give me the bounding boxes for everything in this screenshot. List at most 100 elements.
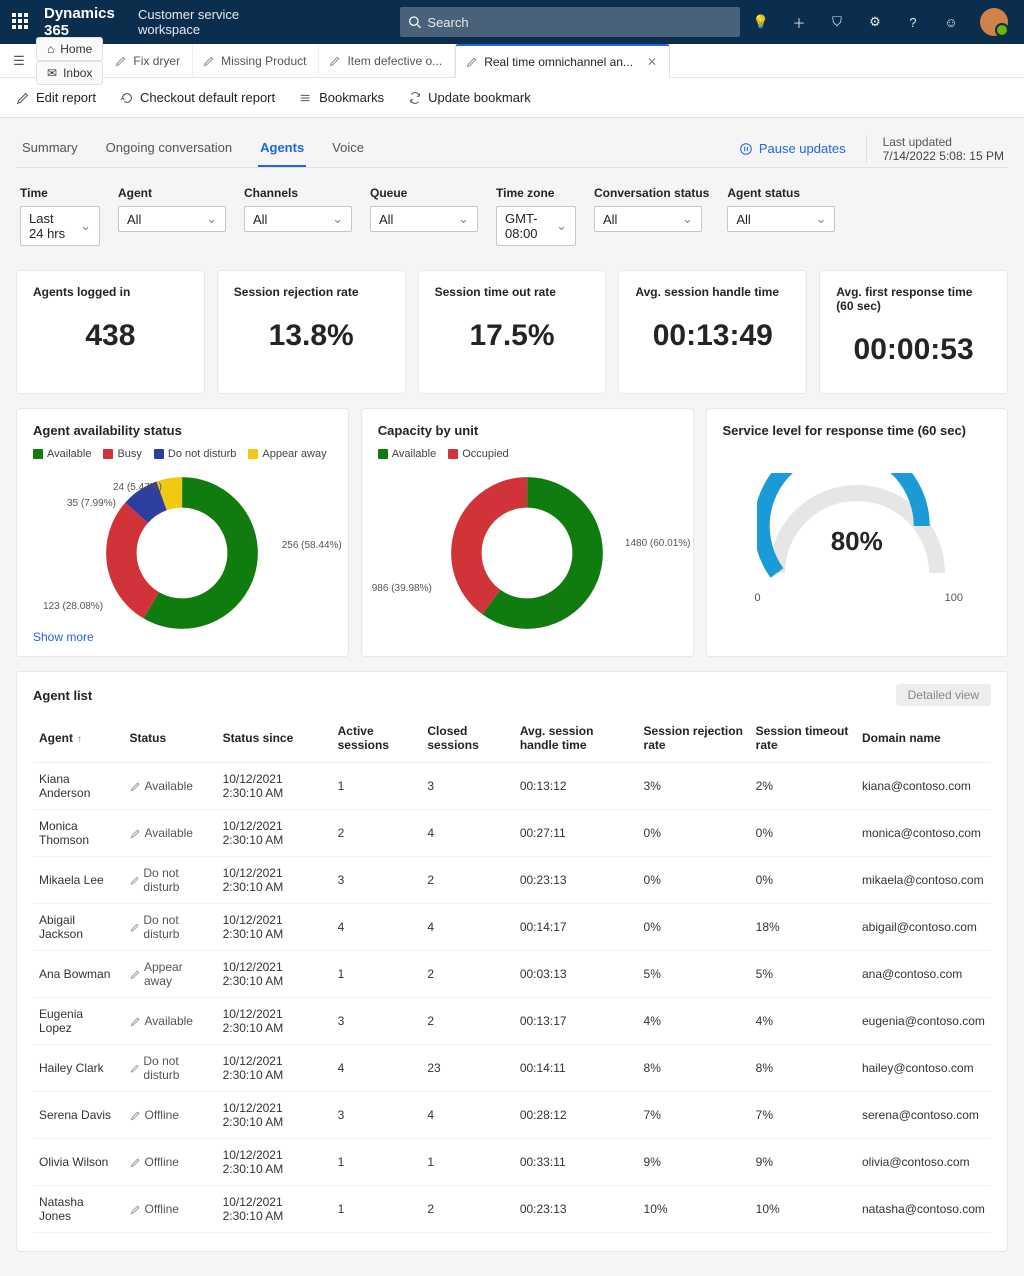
chart-legend: AvailableOccupied <box>378 448 677 460</box>
filter-select[interactable]: Last 24 hrs⌄ <box>20 206 100 246</box>
update-bookmark-label: Update bookmark <box>428 90 531 105</box>
col-closed-sessions[interactable]: Closed sessions <box>421 714 513 763</box>
table-row[interactable]: Hailey ClarkDo not disturb10/12/2021 2:3… <box>33 1045 991 1092</box>
table-row[interactable]: Abigail JacksonDo not disturb10/12/2021 … <box>33 904 991 951</box>
cell-active: 1 <box>332 763 422 810</box>
col-agent[interactable]: Agent↑ <box>33 714 124 763</box>
pause-updates-button[interactable]: Pause updates <box>739 141 846 156</box>
filter-value: All <box>127 212 141 227</box>
kpi-title: Avg. session handle time <box>635 285 790 299</box>
legend-item: Appear away <box>248 448 326 460</box>
session-tab-strip: ☰ ⌂Home✉Inbox Fix dryerMissing ProductIt… <box>0 44 1024 78</box>
chevron-down-icon: ⌄ <box>80 218 91 234</box>
cell-closed: 2 <box>421 998 513 1045</box>
table-row[interactable]: Monica ThomsonAvailable10/12/2021 2:30:1… <box>33 810 991 857</box>
legend-item: Available <box>378 448 436 460</box>
filter-select[interactable]: All⌄ <box>727 206 835 232</box>
bookmarks-button[interactable]: Bookmarks <box>299 90 384 105</box>
cell-avg: 00:23:13 <box>514 857 638 904</box>
cell-status: Do not disturb <box>124 904 217 951</box>
col-active-sessions[interactable]: Active sessions <box>332 714 422 763</box>
cell-active: 4 <box>332 1045 422 1092</box>
col-status[interactable]: Status <box>124 714 217 763</box>
filter-icon[interactable]: ⛉ <box>828 13 846 31</box>
brand-title: Dynamics 365 <box>44 5 122 39</box>
pill-tab-home[interactable]: ⌂Home <box>36 37 103 61</box>
cell-agent: Mikaela Lee <box>33 857 124 904</box>
col-avg-session-handle-time[interactable]: Avg. session handle time <box>514 714 638 763</box>
search-input[interactable] <box>421 15 732 30</box>
hamburger-icon[interactable]: ☰ <box>4 53 34 69</box>
table-row[interactable]: Mikaela LeeDo not disturb10/12/2021 2:30… <box>33 857 991 904</box>
filter-select[interactable]: All ⌄ <box>118 206 226 232</box>
session-tab[interactable]: Fix dryer <box>105 44 193 78</box>
table-row[interactable]: Kiana AndersonAvailable10/12/2021 2:30:1… <box>33 763 991 810</box>
donut-chart <box>102 473 262 633</box>
filter-value: All <box>379 212 393 227</box>
cell-closed: 4 <box>421 810 513 857</box>
cell-rej: 10% <box>638 1186 750 1233</box>
filter-select[interactable]: All⌄ <box>244 206 352 232</box>
cell-status: Do not disturb <box>124 857 217 904</box>
col-status-since[interactable]: Status since <box>217 714 332 763</box>
close-icon[interactable]: ✕ <box>647 55 657 69</box>
legend-swatch <box>378 449 388 459</box>
col-domain-name[interactable]: Domain name <box>856 714 991 763</box>
session-tab[interactable]: Missing Product <box>193 44 319 78</box>
table-row[interactable]: Olivia WilsonOffline10/12/2021 2:30:10 A… <box>33 1139 991 1186</box>
detailed-view-button[interactable]: Detailed view <box>896 684 991 706</box>
kpi-card: Session time out rate17.5% <box>418 270 607 394</box>
checkout-report-label: Checkout default report <box>140 90 275 105</box>
sync-icon <box>408 91 422 105</box>
edit-report-button[interactable]: Edit report <box>16 90 96 105</box>
kpi-value: 17.5% <box>435 319 590 353</box>
cell-closed: 4 <box>421 1092 513 1139</box>
session-tab-label: Missing Product <box>221 54 306 68</box>
agent-list-card: Agent list Detailed view Agent↑StatusSta… <box>16 671 1008 1252</box>
table-row[interactable]: Natasha JonesOffline10/12/2021 2:30:10 A… <box>33 1186 991 1233</box>
checkout-report-button[interactable]: Checkout default report <box>120 90 275 105</box>
col-session-timeout-rate[interactable]: Session timeout rate <box>750 714 856 763</box>
cell-avg: 00:33:11 <box>514 1139 638 1186</box>
app-launcher-icon[interactable] <box>12 13 28 31</box>
cell-active: 4 <box>332 904 422 951</box>
filter-time: TimeLast 24 hrs⌄ <box>20 186 100 246</box>
table-row[interactable]: Serena DavisOffline10/12/2021 2:30:10 AM… <box>33 1092 991 1139</box>
tab-agents[interactable]: Agents <box>258 130 306 167</box>
command-bar: Edit report Checkout default report Book… <box>0 78 1024 118</box>
legend-swatch <box>248 449 258 459</box>
update-bookmark-button[interactable]: Update bookmark <box>408 90 531 105</box>
cell-rej: 3% <box>638 763 750 810</box>
user-avatar[interactable] <box>980 8 1008 36</box>
pencil-icon <box>130 922 140 933</box>
lightbulb-icon[interactable]: 💡 <box>752 13 770 31</box>
filter-value: All <box>603 212 617 227</box>
charts-row: Agent availability status AvailableBusyD… <box>16 408 1008 657</box>
col-session-rejection-rate[interactable]: Session rejection rate <box>638 714 750 763</box>
session-tab[interactable]: Item defective o... <box>319 44 455 78</box>
session-tab-label: Real time omnichannel an... <box>484 55 633 69</box>
chevron-down-icon: ⌄ <box>206 211 217 227</box>
help-icon[interactable]: ? <box>904 13 922 31</box>
show-more-link[interactable]: Show more <box>33 630 94 644</box>
filter-label: Queue <box>370 186 478 200</box>
plus-icon[interactable]: ＋ <box>790 13 808 31</box>
cell-to: 10% <box>750 1186 856 1233</box>
global-search[interactable] <box>400 7 740 37</box>
filter-select[interactable]: All⌄ <box>370 206 478 232</box>
cell-status: Offline <box>124 1092 217 1139</box>
tab-summary[interactable]: Summary <box>20 130 80 167</box>
cell-agent: Ana Bowman <box>33 951 124 998</box>
chevron-down-icon: ⌄ <box>682 211 693 227</box>
tab-voice[interactable]: Voice <box>330 130 366 167</box>
face-icon[interactable]: ☺ <box>942 13 960 31</box>
table-row[interactable]: Ana BowmanAppear away10/12/2021 2:30:10 … <box>33 951 991 998</box>
filter-select[interactable]: GMT-08:00⌄ <box>496 206 576 246</box>
filter-select[interactable]: All ⌄ <box>594 206 702 232</box>
pill-tab-inbox[interactable]: ✉Inbox <box>36 61 103 85</box>
session-tab[interactable]: Real time omnichannel an... ✕ <box>455 44 670 78</box>
tab-ongoing-conversation[interactable]: Ongoing conversation <box>104 130 234 167</box>
gear-icon[interactable]: ⚙ <box>866 13 884 31</box>
table-row[interactable]: Eugenia LopezAvailable10/12/2021 2:30:10… <box>33 998 991 1045</box>
sort-asc-icon: ↑ <box>77 734 82 745</box>
